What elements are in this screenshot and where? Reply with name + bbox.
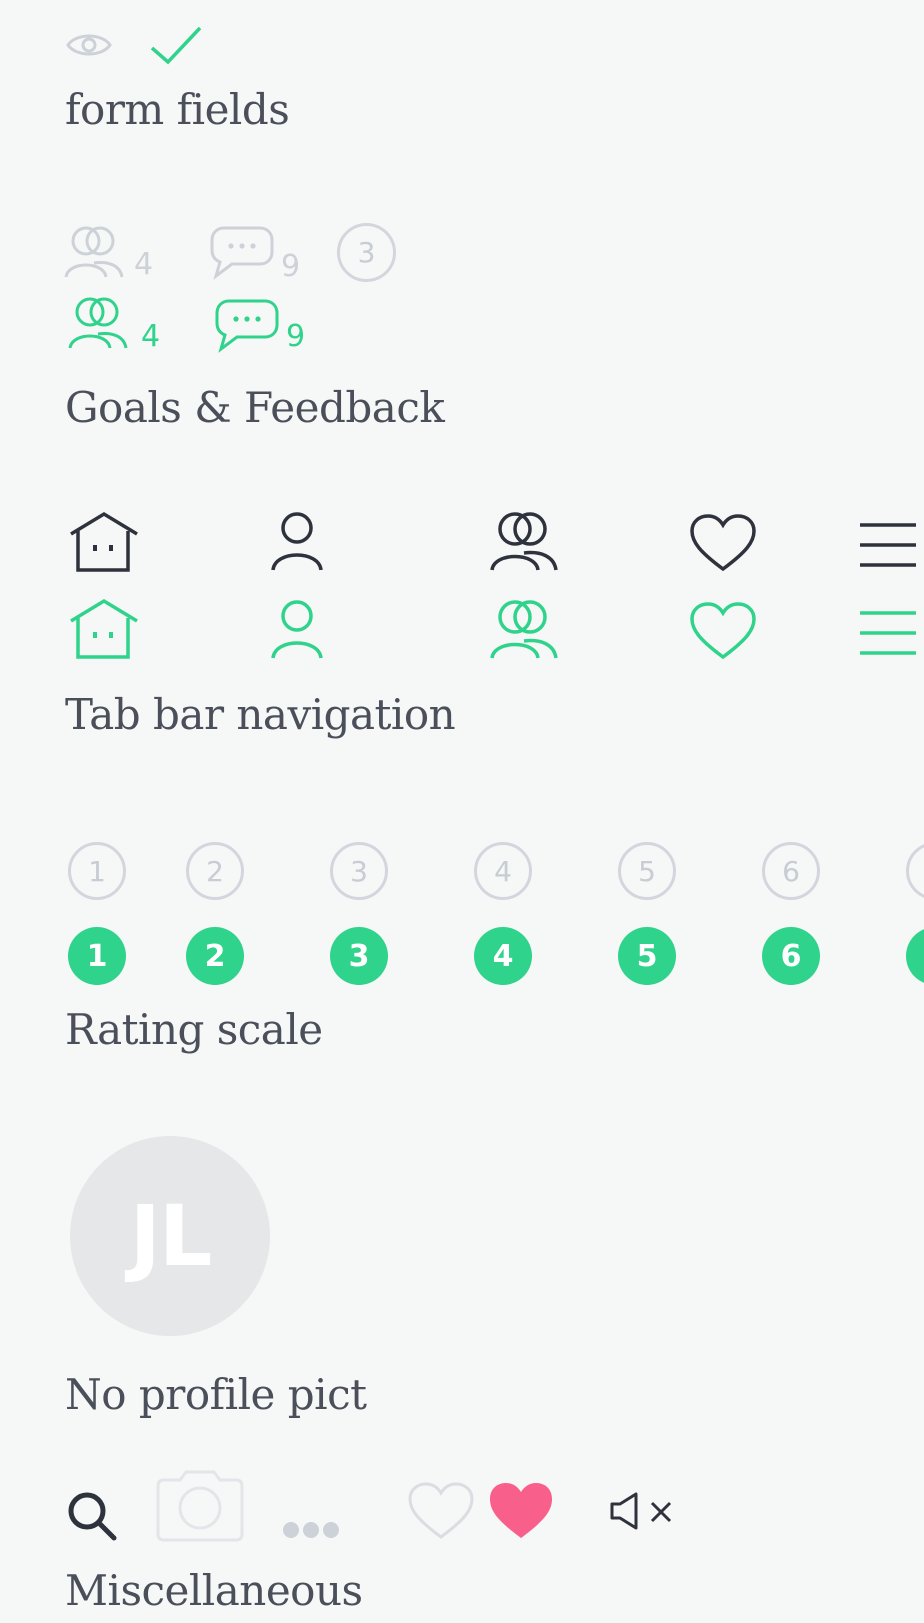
comment-icon-active [215, 299, 279, 353]
heart-filled-icon[interactable] [488, 1481, 554, 1541]
goals-badge-inactive: 3 [337, 223, 396, 282]
rating-outline-6[interactable]: 6 [762, 842, 820, 900]
users-icon-inactive [64, 226, 124, 278]
avatar: JL [70, 1136, 270, 1336]
user-icon[interactable] [270, 512, 324, 572]
form-fields-title: form fields [65, 85, 290, 134]
users-count-inactive: 4 [134, 247, 154, 282]
rating-filled-7-clip: 7 [900, 915, 924, 1005]
comments-count-active: 9 [286, 319, 306, 354]
menu-icon-active[interactable] [860, 610, 916, 656]
rating-outline-4[interactable]: 4 [474, 842, 532, 900]
comment-icon-inactive [210, 226, 274, 280]
rating-outline-7[interactable]: 7 [906, 842, 924, 900]
more-icon[interactable] [282, 1521, 340, 1539]
users-count-active: 4 [141, 319, 161, 354]
rating-outline-7-clip: 7 [900, 830, 924, 920]
rating-outline-5[interactable]: 5 [618, 842, 676, 900]
comments-count-inactive: 9 [281, 249, 301, 284]
heart-icon-active[interactable] [690, 602, 756, 660]
heart-outline-icon[interactable] [408, 1482, 474, 1540]
rating-scale-title: Rating scale [65, 1005, 323, 1054]
users-icon-active [68, 297, 128, 349]
rating-outline-2[interactable]: 2 [186, 842, 244, 900]
menu-icon[interactable] [860, 522, 916, 568]
tab-bar-title: Tab bar navigation [65, 690, 456, 739]
goals-feedback-title: Goals & Feedback [65, 383, 445, 432]
heart-icon[interactable] [690, 514, 756, 572]
users-icon-active-tab[interactable] [490, 600, 560, 660]
rating-filled-5[interactable]: 5 [618, 927, 676, 985]
rating-filled-4[interactable]: 4 [474, 927, 532, 985]
rating-filled-3[interactable]: 3 [330, 927, 388, 985]
camera-icon[interactable] [156, 1466, 244, 1542]
eye-icon [66, 34, 112, 56]
rating-outline-1[interactable]: 1 [68, 842, 126, 900]
mute-icon[interactable] [610, 1492, 674, 1530]
miscellaneous-title: Miscellaneous [65, 1566, 363, 1615]
search-icon[interactable] [66, 1490, 118, 1542]
rating-filled-6[interactable]: 6 [762, 927, 820, 985]
rating-filled-1[interactable]: 1 [68, 927, 126, 985]
rating-filled-2[interactable]: 2 [186, 927, 244, 985]
rating-filled-7[interactable]: 7 [906, 927, 924, 985]
home-icon-active[interactable] [68, 598, 140, 659]
profile-title: No profile pict [65, 1370, 367, 1419]
home-icon[interactable] [68, 511, 140, 572]
rating-outline-3[interactable]: 3 [330, 842, 388, 900]
user-icon-active[interactable] [270, 600, 324, 660]
users-icon[interactable] [490, 512, 560, 572]
check-icon [150, 26, 202, 65]
